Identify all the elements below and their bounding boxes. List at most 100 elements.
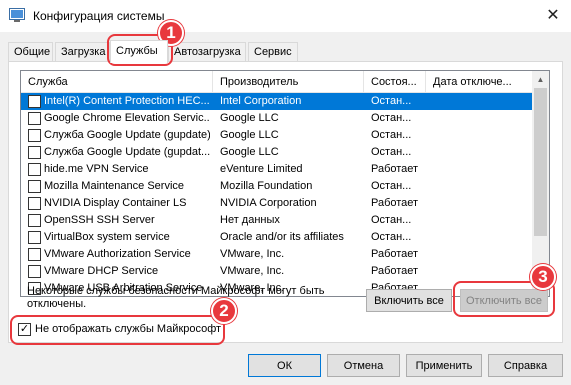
column-header-vendor[interactable]: Производитель xyxy=(213,71,364,93)
hide-microsoft-checkbox[interactable]: ✓ xyxy=(18,322,31,336)
service-checkbox[interactable] xyxy=(28,197,41,210)
service-disabled-date xyxy=(433,127,533,144)
service-disabled-date xyxy=(433,212,533,229)
scroll-thumb[interactable] xyxy=(534,88,547,236)
security-note-line2: отключены. xyxy=(27,298,87,310)
service-disabled-date xyxy=(433,110,533,127)
service-status: Остан... xyxy=(371,214,412,226)
table-row[interactable]: OpenSSH SSH Server Нет данных Остан... xyxy=(21,212,534,229)
service-status: Работает xyxy=(371,265,419,277)
tab-tools[interactable]: Сервис xyxy=(248,42,298,62)
service-status: Работает xyxy=(371,248,419,260)
enable-all-button[interactable]: Включить все xyxy=(366,289,452,312)
service-disabled-date xyxy=(433,195,533,212)
system-configuration-window: Конфигурация системы ✕ Общие Загрузка Сл… xyxy=(0,0,571,385)
apply-button[interactable]: Применить xyxy=(406,354,482,377)
disable-all-button[interactable]: Отключить все xyxy=(460,289,548,312)
service-vendor: Нет данных xyxy=(220,214,280,226)
service-name: OpenSSH SSH Server xyxy=(44,214,155,226)
service-status: Работает xyxy=(371,163,419,175)
service-checkbox[interactable] xyxy=(28,163,41,176)
service-name: NVIDIA Display Container LS xyxy=(44,197,187,209)
service-vendor: Google LLC xyxy=(220,129,279,141)
service-status: Остан... xyxy=(371,180,412,192)
service-vendor: Google LLC xyxy=(220,112,279,124)
ok-button[interactable]: ОК xyxy=(248,354,321,377)
service-name: Служба Google Update (gupdate) xyxy=(44,129,210,141)
hide-microsoft-services[interactable]: ✓ Не отображать службы Майкрософт xyxy=(18,321,221,337)
column-header-status[interactable]: Состоя... xyxy=(364,71,426,93)
service-status: Остан... xyxy=(371,95,412,107)
services-list[interactable]: Служба Производитель Состоя... Дата откл… xyxy=(20,70,550,297)
step-badge-2: 2 xyxy=(211,298,237,324)
tab-general[interactable]: Общие xyxy=(8,42,53,62)
service-name: Google Chrome Elevation Servic... xyxy=(44,112,210,124)
service-vendor: eVenture Limited xyxy=(220,163,303,175)
service-vendor: VMware, Inc. xyxy=(220,265,285,277)
tab-strip: Общие Загрузка Службы Автозагрузка Серви… xyxy=(0,40,571,63)
service-disabled-date xyxy=(433,93,533,110)
list-rows: Intel(R) Content Protection HEC... Intel … xyxy=(21,93,534,296)
service-checkbox[interactable] xyxy=(28,231,41,244)
service-vendor: Oracle and/or its affiliates xyxy=(220,231,344,243)
service-name: VMware Authorization Service xyxy=(44,248,191,260)
service-checkbox[interactable] xyxy=(28,265,41,278)
table-row[interactable]: Служба Google Update (gupdat... Google LL… xyxy=(21,144,534,161)
service-checkbox[interactable] xyxy=(28,248,41,261)
service-checkbox[interactable] xyxy=(28,146,41,159)
table-row[interactable]: Google Chrome Elevation Servic... Google … xyxy=(21,110,534,127)
service-vendor: NVIDIA Corporation xyxy=(220,197,317,209)
column-header-disabled-date[interactable]: Дата отключе... xyxy=(426,71,534,93)
msconfig-app-icon xyxy=(9,8,25,22)
help-button[interactable]: Справка xyxy=(488,354,563,377)
service-checkbox[interactable] xyxy=(28,214,41,227)
service-disabled-date xyxy=(433,229,533,246)
table-row[interactable]: Intel(R) Content Protection HEC... Intel … xyxy=(21,93,534,110)
service-name: Mozilla Maintenance Service xyxy=(44,180,185,192)
table-row[interactable]: VirtualBox system service Oracle and/or i… xyxy=(21,229,534,246)
service-name: VirtualBox system service xyxy=(44,231,170,243)
service-status: Остан... xyxy=(371,112,412,124)
security-note-line1: Некоторые службы безопасности Майкрософт… xyxy=(27,285,325,297)
step-badge-3: 3 xyxy=(530,264,556,290)
column-header-service[interactable]: Служба xyxy=(21,71,213,93)
close-icon[interactable]: ✕ xyxy=(541,4,565,26)
cancel-button[interactable]: Отмена xyxy=(327,354,400,377)
vertical-scrollbar[interactable]: ▲ ▼ xyxy=(532,71,549,296)
tab-startup[interactable]: Автозагрузка xyxy=(168,42,246,62)
tab-boot[interactable]: Загрузка xyxy=(55,42,110,62)
table-row[interactable]: VMware DHCP Service VMware, Inc. Работает xyxy=(21,263,534,280)
service-disabled-date xyxy=(433,144,533,161)
title-bar: Конфигурация системы ✕ xyxy=(0,0,571,32)
scroll-up-icon[interactable]: ▲ xyxy=(532,71,549,88)
table-row[interactable]: Mozilla Maintenance Service Mozilla Found… xyxy=(21,178,534,195)
service-checkbox[interactable] xyxy=(28,112,41,125)
service-name: Служба Google Update (gupdat... xyxy=(44,146,210,158)
service-disabled-date xyxy=(433,263,533,280)
table-row[interactable]: hide.me VPN Service eVenture Limited Работ… xyxy=(21,161,534,178)
table-row[interactable]: Служба Google Update (gupdate) Google LLC… xyxy=(21,127,534,144)
service-checkbox[interactable] xyxy=(28,180,41,193)
check-icon: ✓ xyxy=(19,322,30,335)
hide-microsoft-label[interactable]: Не отображать службы Майкрософт xyxy=(35,323,221,335)
service-vendor: VMware, Inc. xyxy=(220,248,285,260)
service-disabled-date xyxy=(433,178,533,195)
service-vendor: Mozilla Foundation xyxy=(220,180,313,192)
list-header: Служба Производитель Состоя... Дата откл… xyxy=(21,71,534,93)
service-name: hide.me VPN Service xyxy=(44,163,149,175)
service-status: Остан... xyxy=(371,146,412,158)
window-title: Конфигурация системы xyxy=(33,9,165,23)
service-vendor: Intel Corporation xyxy=(220,95,302,107)
service-vendor: Google LLC xyxy=(220,146,279,158)
tab-services[interactable]: Службы xyxy=(110,40,168,63)
table-row[interactable]: VMware Authorization Service VMware, Inc.… xyxy=(21,246,534,263)
service-status: Работает xyxy=(371,197,419,209)
table-row[interactable]: NVIDIA Display Container LS NVIDIA Corpor… xyxy=(21,195,534,212)
service-checkbox[interactable] xyxy=(28,129,41,142)
service-status: Остан... xyxy=(371,129,412,141)
service-disabled-date xyxy=(433,246,533,263)
service-name: VMware DHCP Service xyxy=(44,265,159,277)
service-status: Остан... xyxy=(371,231,412,243)
service-checkbox[interactable] xyxy=(28,95,41,108)
service-disabled-date xyxy=(433,161,533,178)
